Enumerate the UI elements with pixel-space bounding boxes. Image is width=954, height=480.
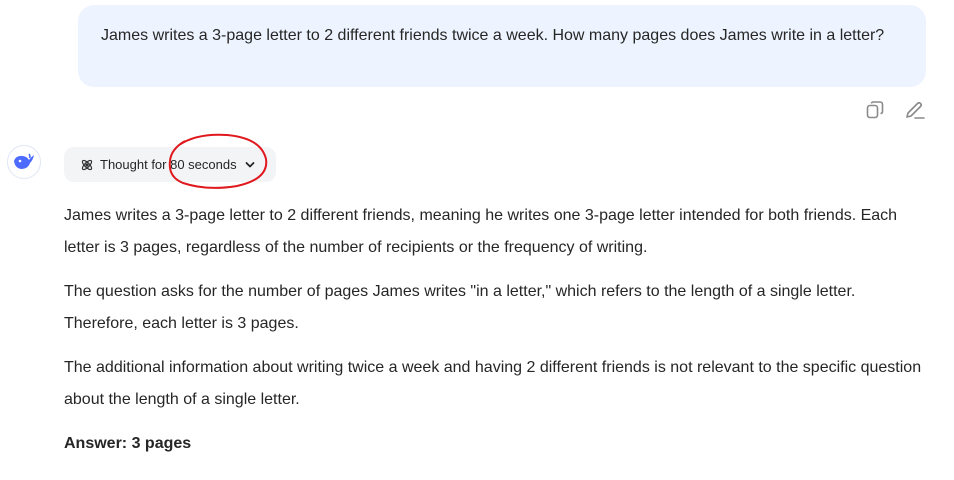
copy-icon[interactable] (864, 99, 886, 121)
final-answer: Answer: 3 pages (64, 435, 192, 452)
answer-paragraph: The additional information about writing… (64, 359, 922, 408)
user-message-text: James writes a 3-page letter to 2 differ… (101, 27, 885, 44)
assistant-answer: James writes a 3-page letter to 2 differ… (64, 200, 924, 472)
user-message-bubble: James writes a 3-page letter to 2 differ… (78, 5, 926, 87)
chevron-down-icon (245, 161, 255, 169)
edit-icon[interactable] (904, 99, 926, 121)
whale-logo-icon (14, 153, 34, 169)
atom-icon (80, 158, 94, 172)
thought-duration-label: Thought for 80 seconds (100, 157, 237, 172)
answer-paragraph: James writes a 3-page letter to 2 differ… (64, 207, 898, 256)
chat-page: James writes a 3-page letter to 2 differ… (0, 0, 954, 480)
answer-paragraph: The question asks for the number of page… (64, 283, 856, 332)
assistant-avatar (7, 145, 41, 179)
thought-duration-toggle[interactable]: Thought for 80 seconds (64, 147, 276, 182)
message-actions (864, 99, 926, 121)
